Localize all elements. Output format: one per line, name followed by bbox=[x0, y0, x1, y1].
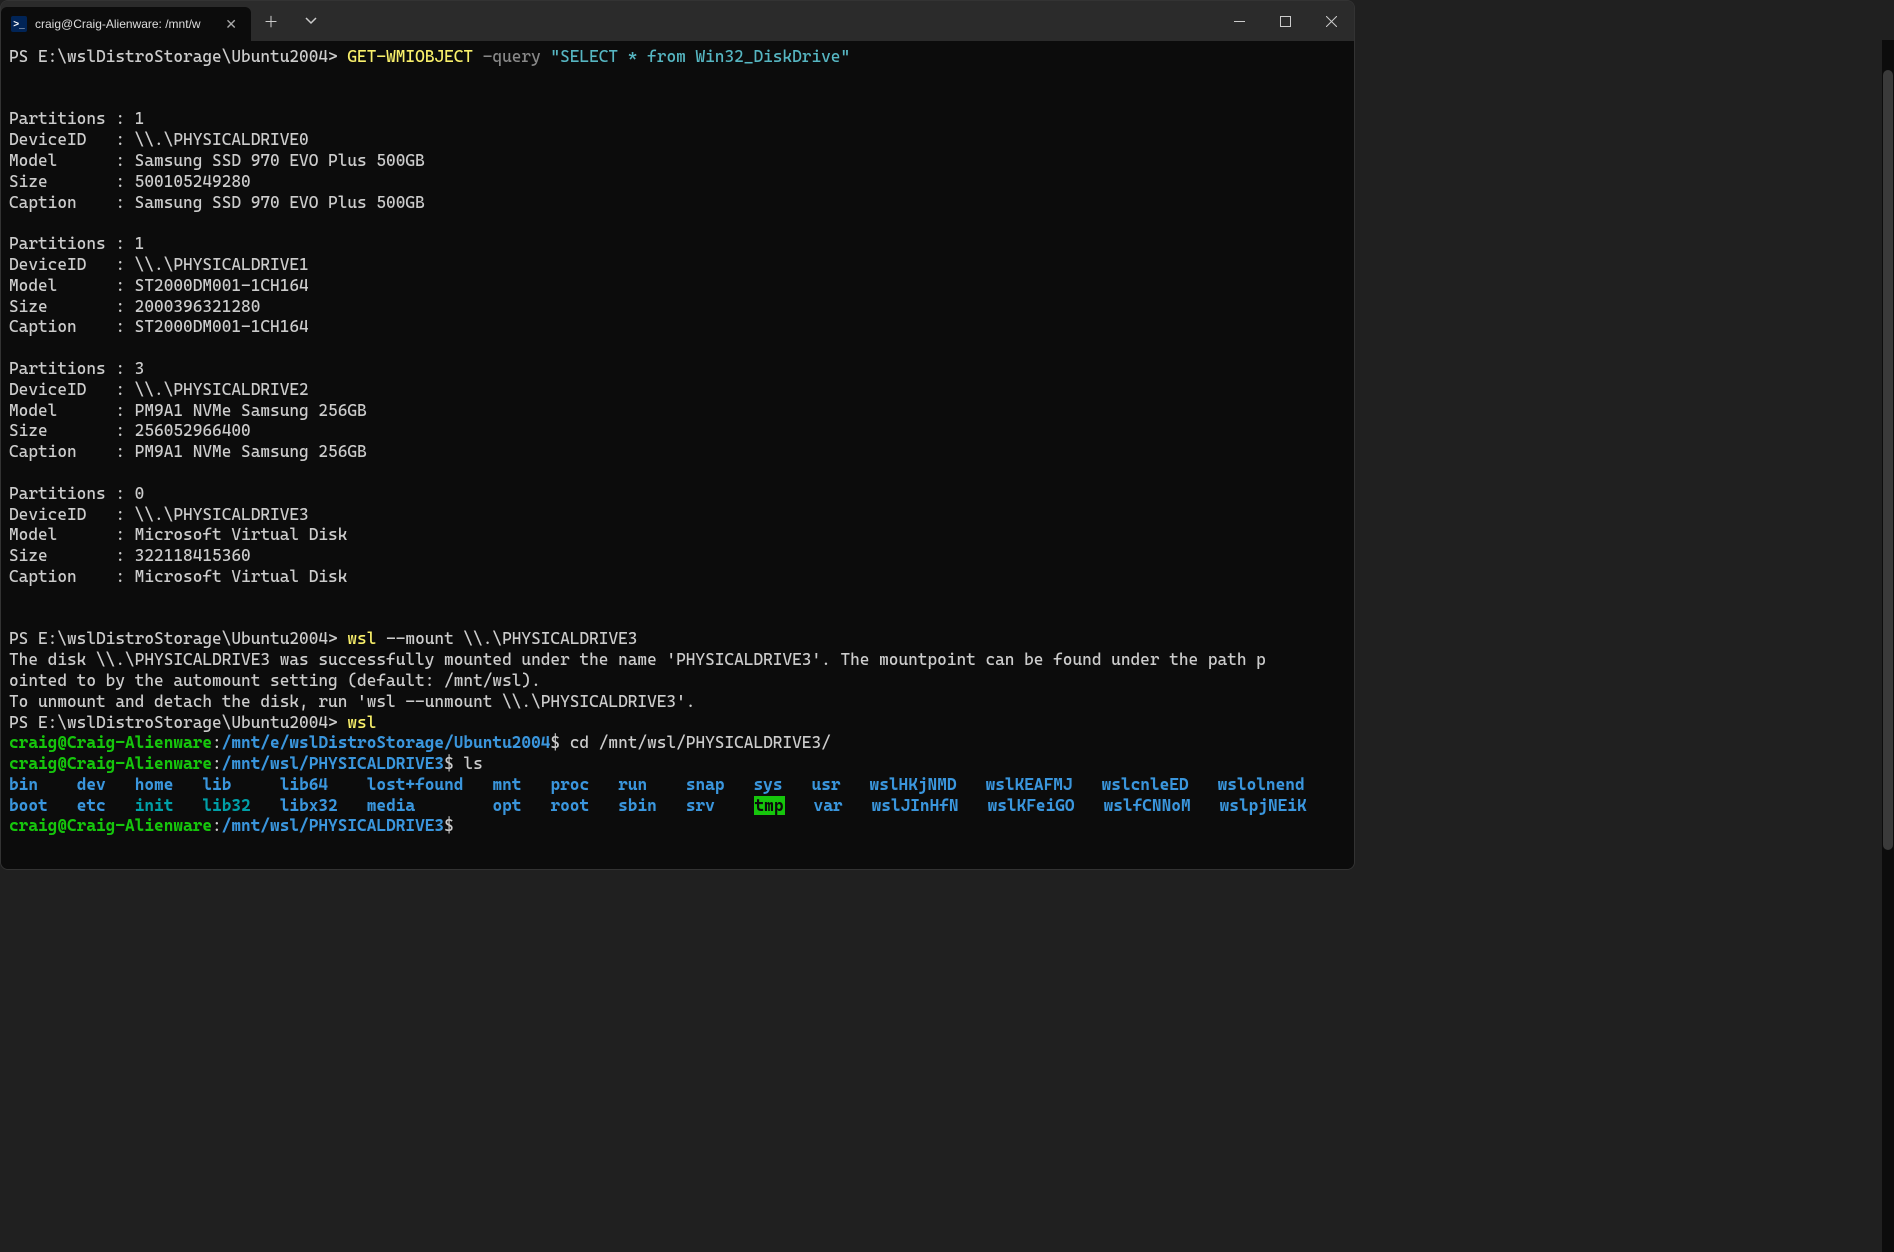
ls-row: boot etc init lib32 libx32 media opt roo… bbox=[9, 796, 1346, 817]
drive-field: Partitions : 3 bbox=[9, 359, 1346, 380]
drive-field: DeviceID : \\.\PHYSICALDRIVE1 bbox=[9, 255, 1346, 276]
drive-field: Partitions : 0 bbox=[9, 484, 1346, 505]
drive-field: Caption : PM9A1 NVMe Samsung 256GB bbox=[9, 442, 1346, 463]
close-icon bbox=[1326, 16, 1337, 27]
drive-field: Partitions : 1 bbox=[9, 109, 1346, 130]
maximize-button[interactable] bbox=[1262, 1, 1308, 41]
tab-active[interactable]: >_ craig@Craig-Alienware: /mnt/w ✕ bbox=[1, 7, 251, 41]
chevron-down-icon bbox=[305, 15, 317, 27]
drive-field: Partitions : 1 bbox=[9, 234, 1346, 255]
terminal-window: >_ craig@Craig-Alienware: /mnt/w ✕ ＋ PS … bbox=[0, 0, 1355, 870]
bash-line: craig@Craig-Alienware:/mnt/e/wslDistroSt… bbox=[9, 733, 1346, 754]
titlebar: >_ craig@Craig-Alienware: /mnt/w ✕ ＋ bbox=[1, 1, 1354, 41]
ls-row: bin dev home lib lib64 lost+found mnt pr… bbox=[9, 775, 1346, 796]
drive-field: DeviceID : \\.\PHYSICALDRIVE3 bbox=[9, 505, 1346, 526]
new-tab-button[interactable]: ＋ bbox=[251, 1, 291, 41]
bash-line: craig@Craig-Alienware:/mnt/wsl/PHYSICALD… bbox=[9, 754, 1346, 775]
window-controls bbox=[1216, 1, 1354, 41]
terminal-output[interactable]: PS E:\wslDistroStorage\Ubuntu2004> GET-W… bbox=[1, 41, 1354, 869]
cmd-line: PS E:\wslDistroStorage\Ubuntu2004> wsl -… bbox=[9, 629, 1346, 650]
drive-field: Model : PM9A1 NVMe Samsung 256GB bbox=[9, 401, 1346, 422]
output-line: The disk \\.\PHYSICALDRIVE3 was successf… bbox=[9, 650, 1346, 671]
cmd-line: PS E:\wslDistroStorage\Ubuntu2004> GET-W… bbox=[9, 47, 1346, 68]
titlebar-drag-region[interactable] bbox=[331, 1, 1216, 41]
drive-field: Caption : ST2000DM001-1CH164 bbox=[9, 317, 1346, 338]
bash-line: craig@Craig-Alienware:/mnt/wsl/PHYSICALD… bbox=[9, 816, 1346, 837]
drive-field: Size : 322118415360 bbox=[9, 546, 1346, 567]
drive-field: Model : Microsoft Virtual Disk bbox=[9, 525, 1346, 546]
output-line: ointed to by the automount setting (defa… bbox=[9, 671, 1346, 692]
drive-field: Size : 2000396321280 bbox=[9, 297, 1346, 318]
drive-field: Caption : Microsoft Virtual Disk bbox=[9, 567, 1346, 588]
drive-field: Caption : Samsung SSD 970 EVO Plus 500GB bbox=[9, 193, 1346, 214]
drive-field: Size : 500105249280 bbox=[9, 172, 1346, 193]
drive-field: DeviceID : \\.\PHYSICALDRIVE2 bbox=[9, 380, 1346, 401]
tab-strip-buttons: ＋ bbox=[251, 1, 331, 41]
drive-field: Model : ST2000DM001-1CH164 bbox=[9, 276, 1346, 297]
tab-title: craig@Craig-Alienware: /mnt/w bbox=[35, 17, 215, 31]
tab-close-button[interactable]: ✕ bbox=[221, 16, 241, 33]
close-button[interactable] bbox=[1308, 1, 1354, 41]
minimize-icon bbox=[1234, 16, 1245, 27]
drive-field: DeviceID : \\.\PHYSICALDRIVE0 bbox=[9, 130, 1346, 151]
cmd-line: PS E:\wslDistroStorage\Ubuntu2004> wsl bbox=[9, 713, 1346, 734]
maximize-icon bbox=[1280, 16, 1291, 27]
minimize-button[interactable] bbox=[1216, 1, 1262, 41]
output-line: To unmount and detach the disk, run 'wsl… bbox=[9, 692, 1346, 713]
drive-field: Model : Samsung SSD 970 EVO Plus 500GB bbox=[9, 151, 1346, 172]
drive-field: Size : 256052966400 bbox=[9, 421, 1346, 442]
tab-dropdown-button[interactable] bbox=[291, 1, 331, 41]
powershell-icon: >_ bbox=[11, 16, 27, 32]
